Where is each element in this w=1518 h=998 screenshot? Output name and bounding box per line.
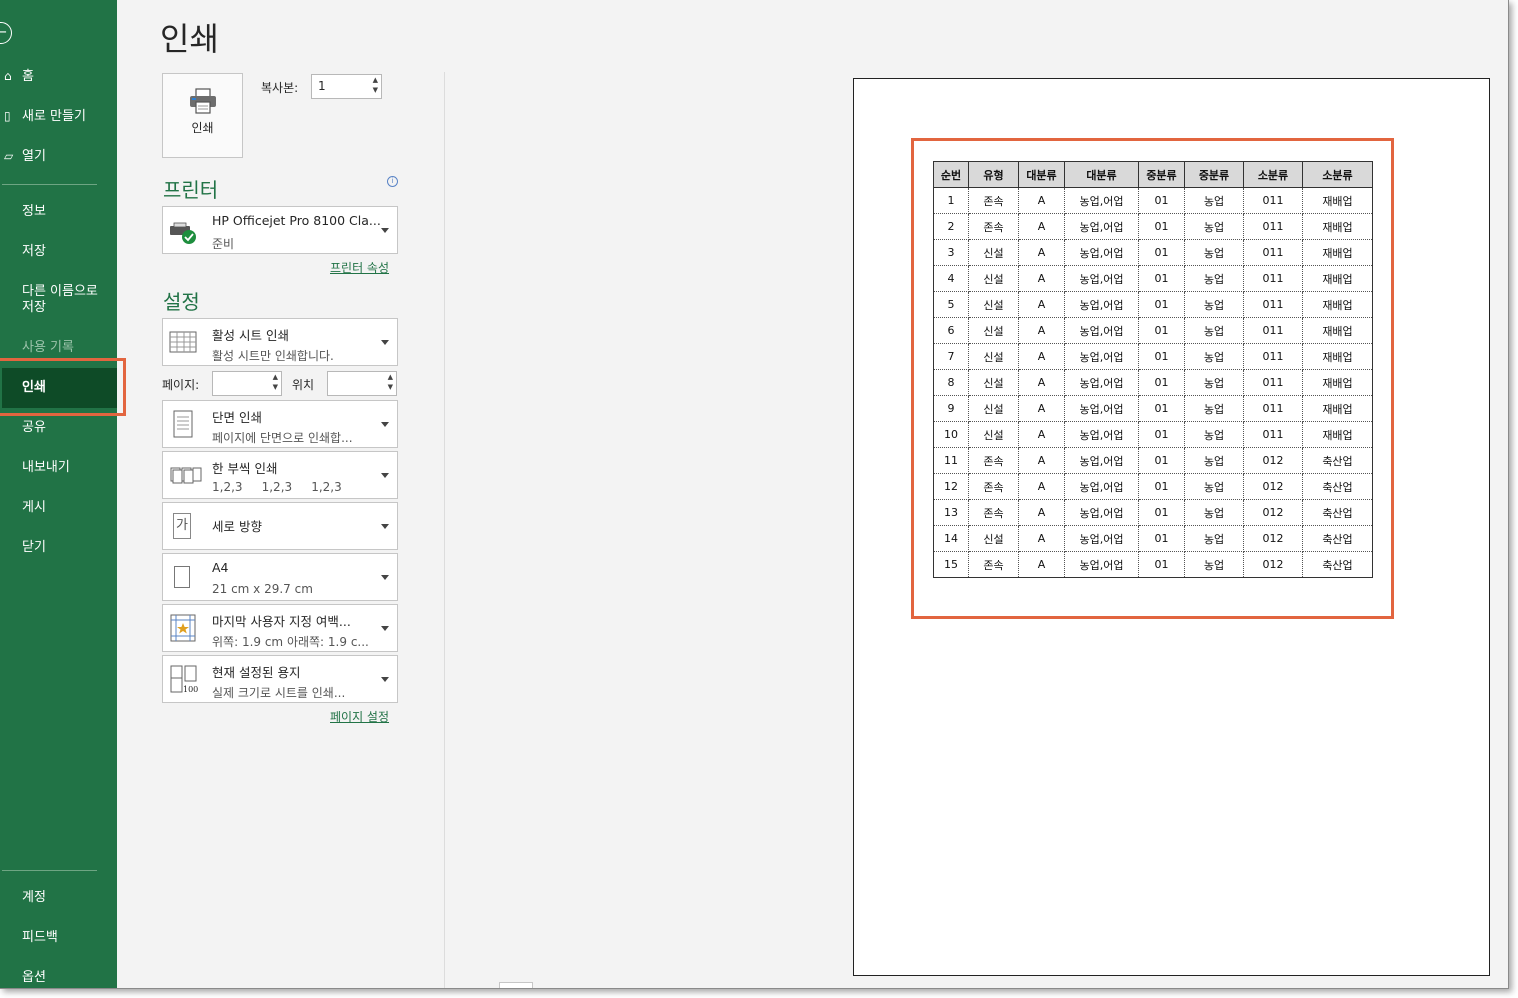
new-document-icon: ▯: [4, 109, 11, 123]
printer-select[interactable]: HP Officejet Pro 8100 Cla... 준비: [162, 206, 398, 254]
paper-title: A4: [212, 560, 229, 575]
nav-open[interactable]: ▱ 열기: [4, 146, 46, 166]
nav-history: 사용 기록: [22, 340, 74, 355]
printer-properties-link[interactable]: 프린터 속성: [330, 259, 389, 276]
margins-select[interactable]: 마지막 사용자 지정 여백... 위쪽: 1.9 cm 아래쪽: 1.9 c..…: [162, 604, 398, 652]
sheet-grid-icon: [169, 331, 197, 353]
collated-icon: [170, 467, 202, 484]
chevron-down-icon: [381, 524, 389, 529]
chevron-down-icon: [381, 228, 389, 233]
page-setup-link[interactable]: 페이지 설정: [330, 708, 389, 725]
nav-new-label: 새로 만들기: [22, 109, 86, 124]
backstage-window: ← ⌂홈 ▯새로 만들기 ▱열기 정보 저장 다른 이름으로 저장 사용 기록 …: [0, 0, 1509, 989]
chevron-down-icon: [381, 422, 389, 427]
print-scope-sub: 활성 시트만 인쇄합니다.: [212, 349, 334, 363]
scaling-sub: 실제 크기로 시트를 인쇄...: [212, 686, 346, 700]
pages-from-stepper[interactable]: ▲ ▼: [273, 372, 278, 392]
nav-options[interactable]: 옵션: [22, 968, 46, 988]
copies-value: 1: [318, 79, 326, 93]
margins-title: 마지막 사용자 지정 여백...: [212, 614, 351, 629]
single-sided-icon: [173, 410, 193, 438]
printer-status: 준비: [212, 237, 235, 251]
info-icon[interactable]: i: [387, 176, 398, 187]
nav-divider: [2, 184, 97, 185]
sides-select[interactable]: 단면 인쇄 페이지에 단면으로 인쇄합...: [162, 400, 398, 448]
sides-title: 단면 인쇄: [212, 410, 262, 425]
paper-icon: [174, 566, 190, 588]
print-button-label: 인쇄: [191, 121, 214, 135]
actual-size-icon-text: 100: [183, 685, 198, 694]
printer-name: HP Officejet Pro 8100 Cla...: [212, 213, 381, 228]
paper-size-select[interactable]: A4 21 cm x 29.7 cm: [162, 553, 398, 601]
paper-sub: 21 cm x 29.7 cm: [212, 582, 313, 596]
collate-sub: 1,2,3 1,2,3 1,2,3: [212, 480, 342, 494]
orientation-select[interactable]: 가 세로 방향: [162, 502, 398, 550]
nav-home-label: 홈: [22, 69, 34, 84]
page-navigator[interactable]: [499, 982, 533, 988]
chevron-down-icon: [381, 340, 389, 345]
portrait-icon: 가: [173, 513, 191, 539]
printer-icon: [190, 88, 216, 114]
nav-account[interactable]: 계정: [22, 888, 46, 908]
chevron-down-icon: [381, 677, 389, 682]
nav-publish[interactable]: 게시: [22, 498, 46, 518]
home-icon: ⌂: [4, 69, 12, 83]
margins-icon: [170, 614, 196, 642]
nav-close[interactable]: 닫기: [22, 538, 46, 558]
collate-title: 한 부씩 인쇄: [212, 461, 278, 476]
nav-export[interactable]: 내보내기: [22, 458, 70, 478]
nav-info[interactable]: 정보: [22, 202, 46, 222]
print-nav-highlight: [0, 358, 126, 416]
pages-label: 페이지:: [162, 378, 200, 392]
scaling-title: 현재 설정된 용지: [212, 665, 301, 680]
margins-sub: 위쪽: 1.9 cm 아래쪽: 1.9 c...: [212, 635, 369, 649]
back-arrow-icon: ←: [0, 24, 7, 42]
nav-home[interactable]: ⌂ 홈: [4, 66, 34, 86]
copies-label: 복사본:: [261, 81, 299, 95]
settings-section-title: 설정: [163, 290, 200, 314]
nav-feedback[interactable]: 피드백: [22, 928, 58, 948]
page-title: 인쇄: [160, 20, 219, 58]
printer-ready-icon: [170, 222, 196, 244]
preview-table-highlight: [911, 138, 1394, 619]
copies-input[interactable]: 1 ▲ ▼: [311, 74, 382, 99]
orientation-title: 세로 방향: [212, 519, 262, 534]
nav-save-as[interactable]: 다른 이름으로 저장: [22, 284, 112, 318]
nav-open-label: 열기: [22, 149, 46, 164]
nav-new[interactable]: ▯ 새로 만들기: [4, 106, 86, 126]
printer-section-title: 프린터: [163, 178, 219, 202]
nav-divider-bottom: [2, 870, 97, 871]
print-scope-select[interactable]: 활성 시트 인쇄 활성 시트만 인쇄합니다.: [162, 318, 398, 366]
print-scope-title: 활성 시트 인쇄: [212, 328, 289, 343]
print-button[interactable]: 인쇄: [162, 73, 243, 158]
column-divider: [444, 72, 445, 988]
nav-share[interactable]: 공유: [22, 418, 46, 438]
chevron-down-icon: [381, 575, 389, 580]
folder-open-icon: ▱: [4, 149, 14, 163]
pages-to-label: 위치: [292, 378, 315, 392]
nav-save[interactable]: 저장: [22, 242, 46, 262]
back-button[interactable]: ←: [0, 22, 12, 44]
copies-stepper[interactable]: ▲ ▼: [373, 75, 378, 95]
backstage-nav: ← ⌂홈 ▯새로 만들기 ▱열기 정보 저장 다른 이름으로 저장 사용 기록 …: [0, 0, 117, 988]
pages-to-input[interactable]: ▲ ▼: [327, 371, 397, 396]
pages-from-input[interactable]: ▲ ▼: [212, 371, 282, 396]
chevron-down-icon: [381, 626, 389, 631]
actual-size-icon: 100: [170, 665, 198, 694]
portrait-icon-char: 가: [176, 518, 188, 533]
collate-select[interactable]: 한 부씩 인쇄 1,2,3 1,2,3 1,2,3: [162, 451, 398, 499]
chevron-down-icon: [381, 473, 389, 478]
scaling-select[interactable]: 100 현재 설정된 용지 실제 크기로 시트를 인쇄...: [162, 655, 398, 703]
pages-to-stepper[interactable]: ▲ ▼: [388, 372, 393, 392]
sides-sub: 페이지에 단면으로 인쇄합...: [212, 431, 353, 445]
